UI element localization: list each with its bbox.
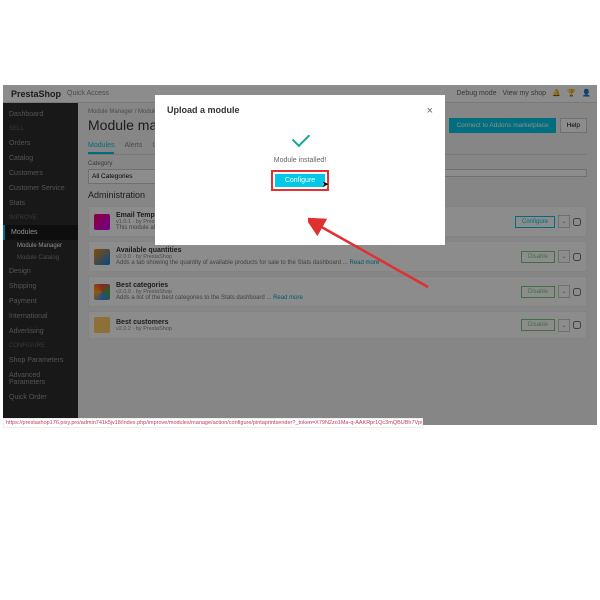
highlight-box: Configure ➤: [271, 170, 329, 191]
app-frame: PrestaShop Quick Access Debug mode View …: [3, 85, 597, 425]
modal-title: Upload a module: [167, 105, 433, 115]
checkmark-icon: [289, 133, 311, 149]
status-url: https://prestashop176.pixy.pro/admin741k…: [3, 418, 423, 428]
cursor-icon: ➤: [322, 179, 330, 190]
modal-close-button[interactable]: ×: [427, 105, 433, 117]
installed-text: Module installed!: [167, 157, 433, 164]
configure-button[interactable]: Configure ➤: [275, 174, 325, 187]
upload-modal: Upload a module × Module installed! Conf…: [155, 95, 445, 245]
modal-overlay[interactable]: Upload a module × Module installed! Conf…: [3, 85, 597, 425]
